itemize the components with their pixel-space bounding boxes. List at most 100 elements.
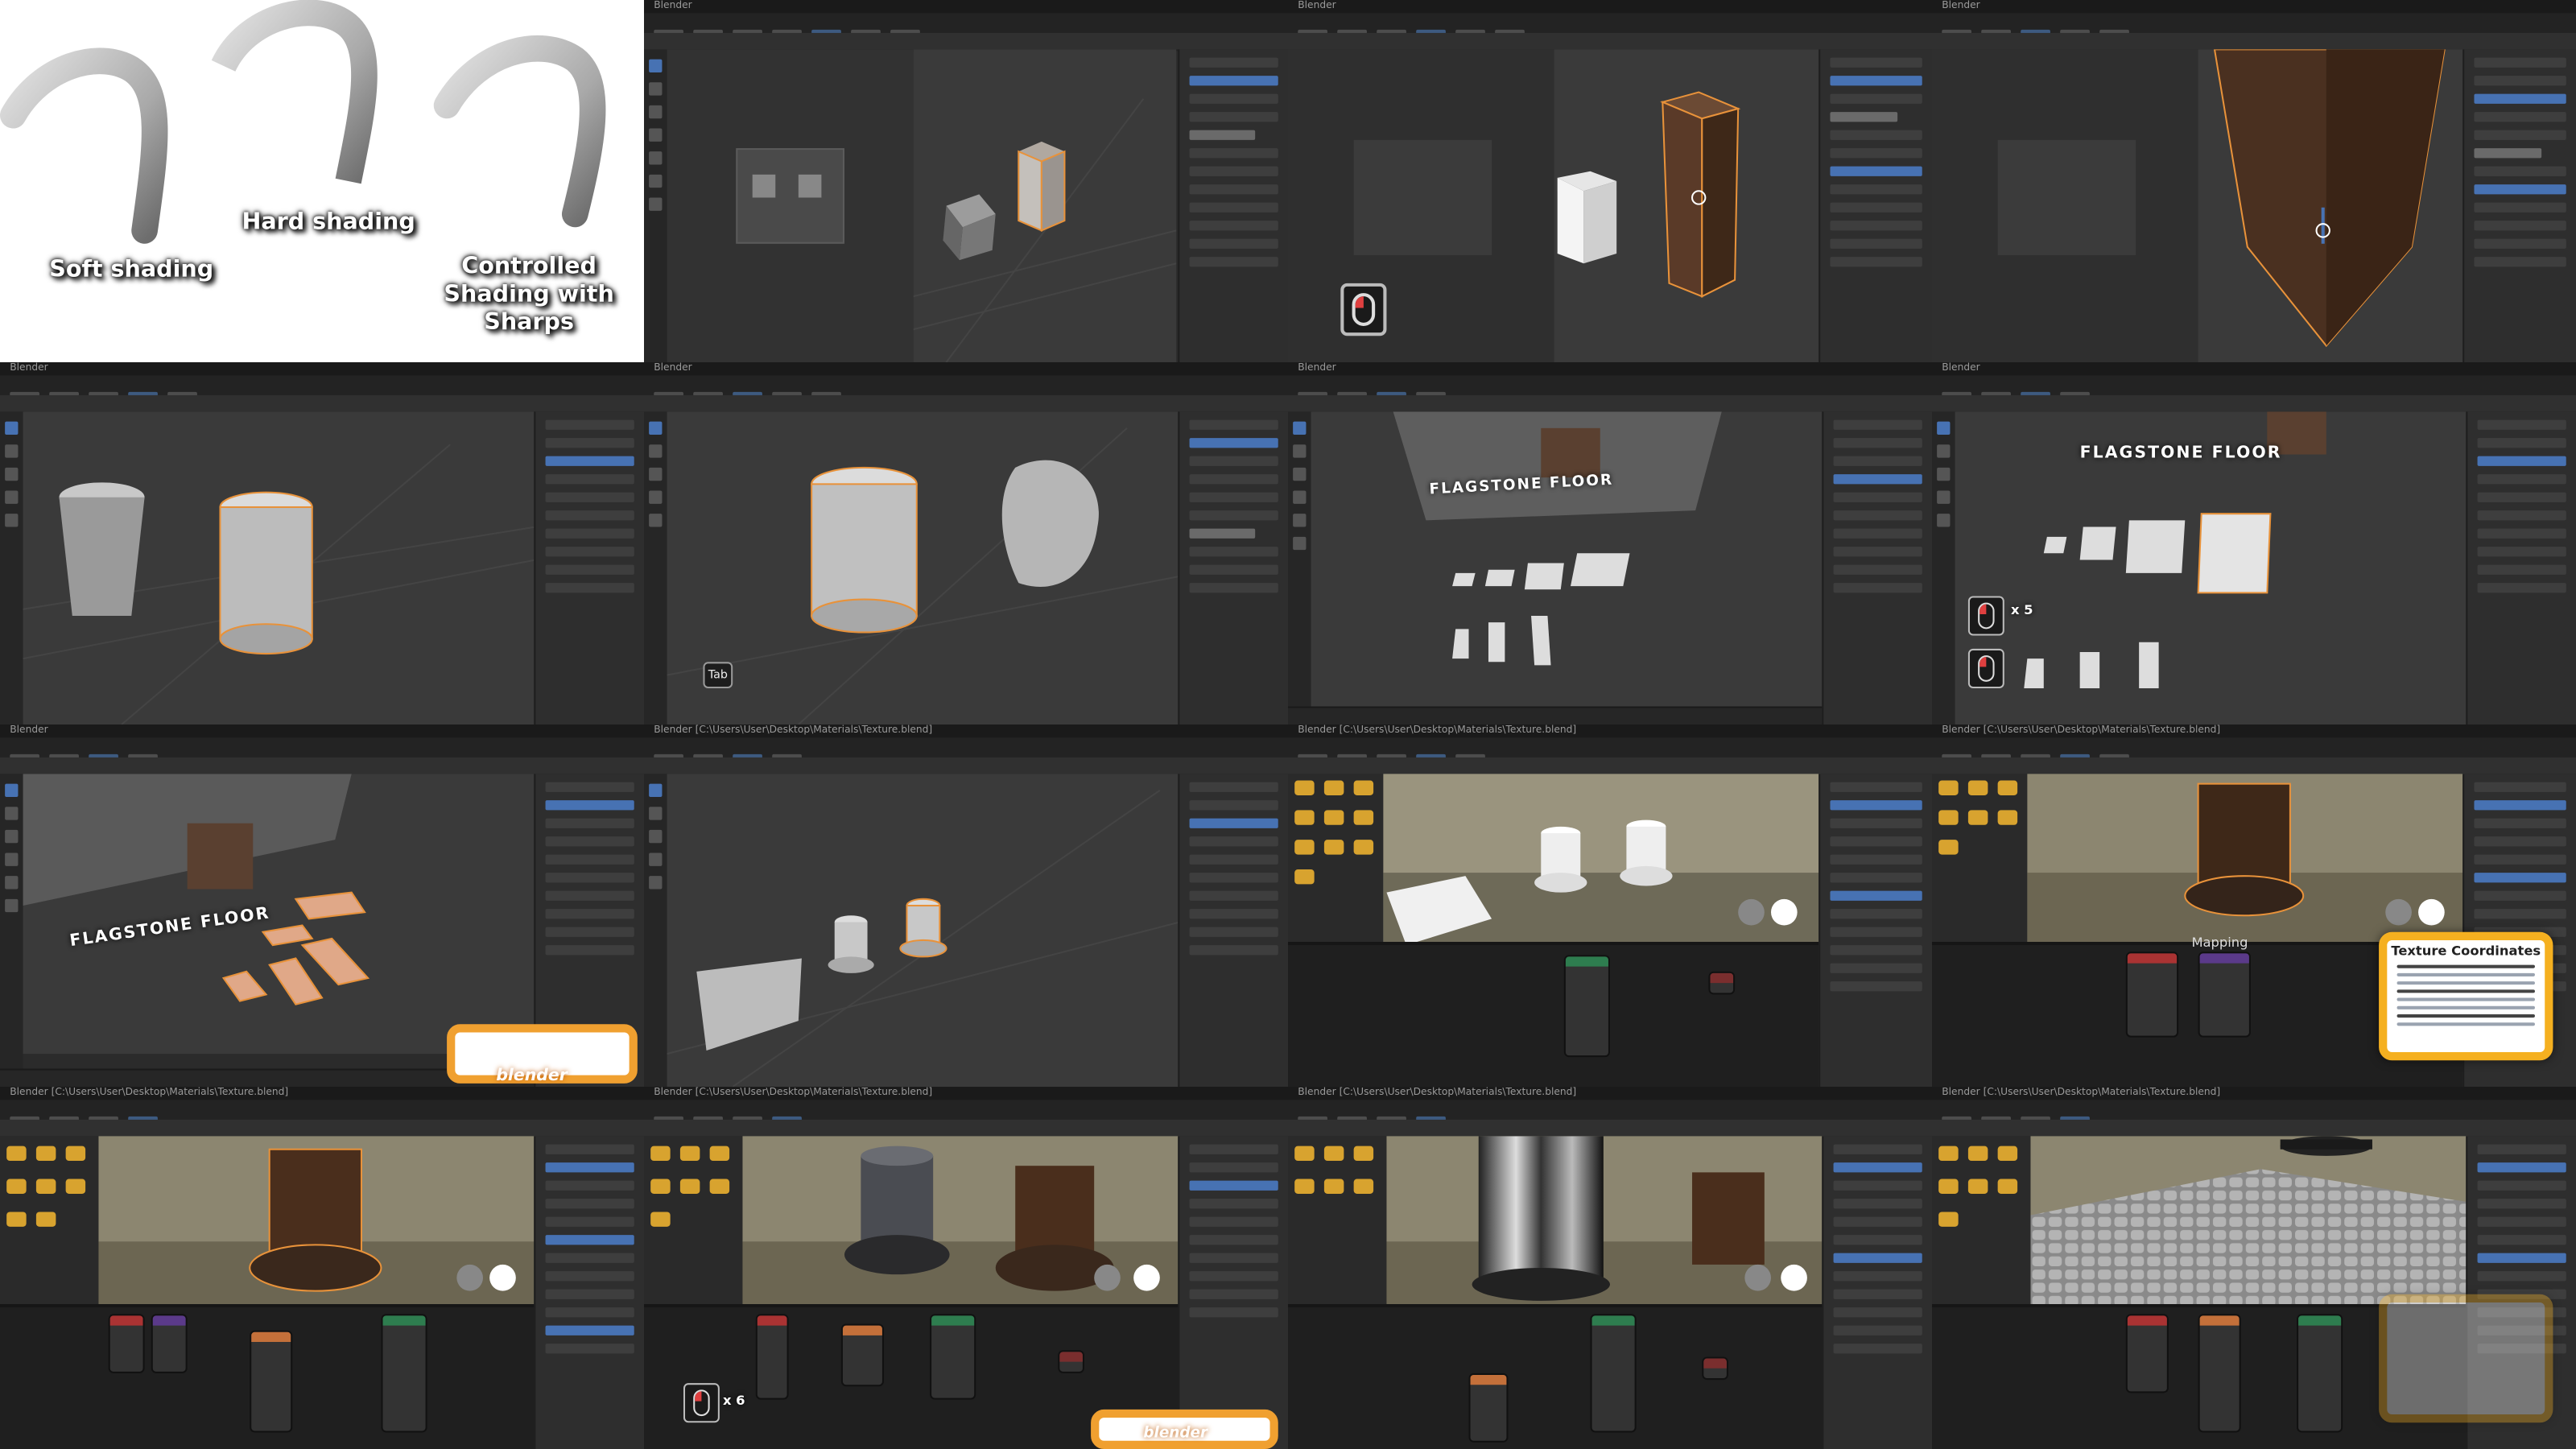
folder-icon[interactable]: [1323, 840, 1344, 855]
viewport-header[interactable]: [644, 32, 1288, 52]
menu-bar-8[interactable]: [0, 737, 644, 763]
folder-icon[interactable]: [1353, 1179, 1374, 1194]
folder-icon[interactable]: [35, 1179, 56, 1194]
folder-icon[interactable]: [1323, 810, 1344, 825]
folder-icon[interactable]: [679, 1146, 700, 1162]
folder-icon[interactable]: [1997, 780, 2018, 795]
shader-node[interactable]: [1563, 955, 1610, 1058]
output-node[interactable]: [1058, 1350, 1084, 1373]
folder-icon[interactable]: [1997, 810, 2018, 825]
file-browser-15[interactable]: [1288, 1136, 1387, 1304]
main-viewport-6[interactable]: Tab: [667, 411, 1180, 724]
folder-icon[interactable]: [1997, 1146, 2018, 1162]
viewport-header-16[interactable]: [1932, 1119, 2576, 1138]
folder-icon[interactable]: [1294, 1179, 1315, 1194]
tool-shelf-5[interactable]: [0, 411, 23, 724]
tool-shelf-6[interactable]: [644, 411, 667, 724]
material-preview-13[interactable]: [98, 1136, 536, 1304]
folder-icon[interactable]: [1353, 810, 1374, 825]
properties-panel-15[interactable]: [1822, 1136, 1932, 1449]
folder-icon[interactable]: [650, 1146, 671, 1162]
folder-icon[interactable]: [650, 1179, 671, 1194]
folder-icon[interactable]: [1938, 810, 1959, 825]
viewport-header-5[interactable]: [0, 394, 644, 414]
folder-icon[interactable]: [1323, 1179, 1344, 1194]
main-viewport-8[interactable]: FLAGSTONE FLOOR x 5: [1955, 411, 2468, 724]
tool-shelf-8[interactable]: [1932, 411, 1955, 724]
menu-bar-11[interactable]: [1932, 737, 2576, 763]
folder-icon[interactable]: [1938, 780, 1959, 795]
file-browser-13[interactable]: [0, 1136, 99, 1304]
output-node[interactable]: [1708, 971, 1736, 995]
menu-bar-12[interactable]: [0, 1100, 644, 1125]
main-viewport-9[interactable]: FLAGSTONE FLOOR: [23, 774, 536, 1055]
menu-bar-14[interactable]: [1288, 1100, 1932, 1125]
material-preview-16[interactable]: [2030, 1136, 2468, 1304]
folder-icon[interactable]: [679, 1179, 700, 1194]
menu-bar-15[interactable]: [1932, 1100, 2576, 1125]
viewport-header-2[interactable]: [1288, 32, 1932, 52]
folder-icon[interactable]: [1938, 1212, 1959, 1227]
viewport-header-4[interactable]: [1932, 32, 2576, 52]
folder-icon[interactable]: [1938, 1146, 1959, 1162]
folder-icon[interactable]: [650, 1212, 671, 1227]
properties-panel-14[interactable]: [1178, 1136, 1288, 1449]
folder-icon[interactable]: [1323, 780, 1344, 795]
viewport-header-14[interactable]: [644, 1119, 1288, 1138]
folder-icon[interactable]: [1967, 1146, 1988, 1162]
mapping-node[interactable]: [2198, 952, 2251, 1038]
folder-icon[interactable]: [1967, 1179, 1988, 1194]
shader-node[interactable]: [2125, 1314, 2169, 1393]
tool-shelf-10[interactable]: [644, 774, 667, 1087]
properties-panel-4[interactable]: [2462, 49, 2576, 362]
tool-shelf-7[interactable]: [1288, 411, 1311, 724]
properties-panel-8[interactable]: [2466, 411, 2576, 724]
viewport-header-11[interactable]: [1288, 757, 1932, 776]
shader-node[interactable]: [250, 1330, 293, 1433]
viewport-header-6[interactable]: [644, 394, 1288, 414]
menu-bar-6[interactable]: [1288, 375, 1932, 401]
folder-icon[interactable]: [35, 1146, 56, 1162]
main-viewport-5[interactable]: [23, 411, 536, 724]
main-viewport-7[interactable]: FLAGSTONE FLOOR: [1311, 411, 1824, 708]
viewport-header-12[interactable]: [1932, 757, 2576, 776]
menu-bar-2[interactable]: [1288, 13, 1932, 39]
folder-icon[interactable]: [1294, 869, 1315, 885]
folder-icon[interactable]: [1294, 780, 1315, 795]
left-viewport[interactable]: [667, 49, 914, 362]
main-viewport-3[interactable]: [1554, 49, 1821, 362]
material-preview-12[interactable]: [2027, 774, 2465, 942]
camera-view-4[interactable]: [1932, 49, 2198, 362]
texture-coordinate-node[interactable]: [2125, 952, 2179, 1038]
menu-bar-9[interactable]: [644, 737, 1288, 763]
shader-node[interactable]: [1590, 1314, 1637, 1433]
properties-panel-13[interactable]: [534, 1136, 644, 1449]
folder-icon[interactable]: [1294, 840, 1315, 855]
file-browser-12[interactable]: [1932, 774, 2028, 942]
node-editor-11[interactable]: [1288, 942, 1821, 1087]
menu-bar[interactable]: [644, 13, 1288, 39]
folder-icon[interactable]: [1323, 1146, 1344, 1162]
folder-icon[interactable]: [1997, 1179, 2018, 1194]
output-node[interactable]: [1702, 1356, 1728, 1381]
folder-icon[interactable]: [1967, 810, 1988, 825]
properties-panel-10[interactable]: [1178, 774, 1288, 1087]
menu-bar-3[interactable]: [1932, 13, 2576, 39]
folder-icon[interactable]: [709, 1146, 730, 1162]
folder-icon[interactable]: [1294, 810, 1315, 825]
folder-icon[interactable]: [1938, 1179, 1959, 1194]
main-viewport-10[interactable]: [667, 774, 1180, 1087]
menu-bar-4[interactable]: [0, 375, 644, 401]
tool-shelf[interactable]: [644, 49, 667, 362]
menu-bar-10[interactable]: [1288, 737, 1932, 763]
folder-icon[interactable]: [1967, 780, 1988, 795]
properties-panel-3[interactable]: [1818, 49, 1932, 362]
folder-icon[interactable]: [1353, 780, 1374, 795]
folder-icon[interactable]: [1938, 840, 1959, 855]
shader-node[interactable]: [108, 1314, 145, 1373]
viewport-header-8[interactable]: [1932, 394, 2576, 414]
material-preview-11[interactable]: [1383, 774, 1821, 942]
viewport-header-10[interactable]: [644, 757, 1288, 776]
folder-icon[interactable]: [6, 1146, 27, 1162]
viewport-header-15[interactable]: [1288, 1119, 1932, 1138]
